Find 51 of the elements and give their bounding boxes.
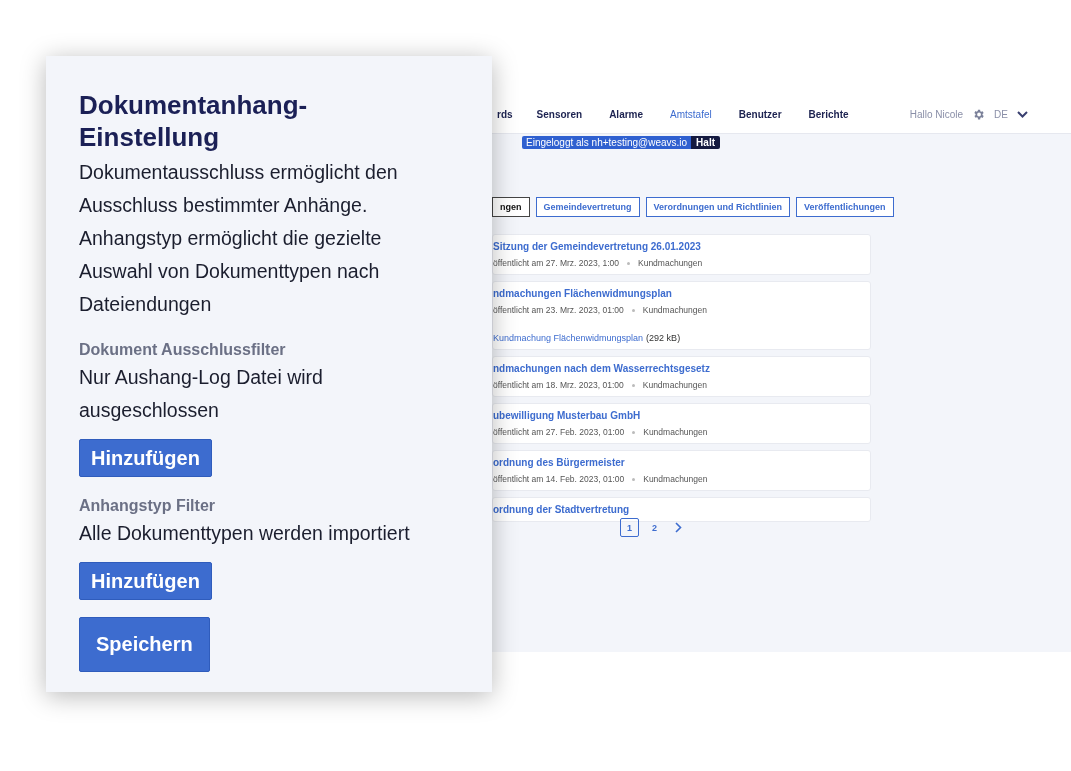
section-label: Dokument Ausschlussfilter xyxy=(79,341,287,359)
post-category: Kundmachungen xyxy=(642,305,707,315)
separator-dot xyxy=(627,261,630,265)
separator-dot xyxy=(631,383,635,387)
halt-button[interactable]: Halt xyxy=(691,136,720,149)
nav-item[interactable]: Alarme xyxy=(609,108,644,120)
nav-item[interactable]: Berichte xyxy=(808,108,849,120)
post-date: öffentlicht am 23. Mrz. 2023, 01:00 xyxy=(493,305,624,315)
filter-tab[interactable]: Gemeindevertretung xyxy=(535,197,640,217)
post-date: öffentlicht am 27. Feb. 2023, 01:00 xyxy=(493,427,625,437)
page-button[interactable]: 1 xyxy=(620,518,639,537)
attachment-size: (292 kB) xyxy=(646,333,681,343)
post-date: öffentlicht am 18. Mrz. 2023, 01:00 xyxy=(493,380,624,390)
login-banner: Eingeloggt als nh+testing@weavs.io xyxy=(522,136,692,149)
post-category: Kundmachungen xyxy=(643,427,708,437)
separator-dot xyxy=(632,477,636,481)
post-category: Kundmachungen xyxy=(643,474,708,484)
nav-item[interactable]: Amtstafel xyxy=(670,108,712,120)
save-button[interactable]: Speichern xyxy=(79,617,210,672)
add-button[interactable]: Hinzufügen xyxy=(79,562,212,600)
section-label: Anhangstyp Filter xyxy=(79,497,216,515)
nav-item[interactable]: rds xyxy=(497,108,513,120)
separator-dot xyxy=(632,430,636,434)
filter-tab[interactable]: Verordnungen und Richtlinien xyxy=(645,197,791,217)
page-button[interactable]: 2 xyxy=(645,518,664,537)
attachment-link[interactable]: Kundmachung Flächenwidmungsplan xyxy=(493,333,644,343)
post-title[interactable]: ordnung des Bürgermeister xyxy=(493,457,870,468)
post-category: Kundmachungen xyxy=(638,258,703,268)
post-title[interactable]: ndmachungen nach dem Wasserrechtsgesetz xyxy=(493,363,870,374)
nav-item[interactable]: Sensoren xyxy=(536,108,583,120)
section-value: Alle Dokumenttypen werden importiert xyxy=(79,521,411,546)
filter-tab[interactable]: ngen xyxy=(492,197,530,217)
panel-description: Dokumentausschluss ermöglicht den Ausschluss bestimmter Anhänge. Anhangstyp ermöglicht die gezielte Auswahl von Dokumenttypen nach Dateiendungen xyxy=(79,160,399,317)
post-category: Kundmachungen xyxy=(642,380,707,390)
section-value: Nur Aushang-Log Datei wird ausgeschlossen xyxy=(79,365,324,423)
post-date: öffentlicht am 27. Mrz. 2023, 1:00 xyxy=(493,258,619,268)
post-title[interactable]: ndmachungen Flächenwidmungsplan xyxy=(493,288,870,299)
language-selector[interactable]: DE xyxy=(994,108,1008,120)
post-title[interactable]: ordnung der Stadtvertretung xyxy=(493,504,870,515)
post-title[interactable]: ubewilligung Musterbau GmbH xyxy=(493,410,870,421)
post-title[interactable]: Sitzung der Gemeindevertretung 26.01.2023 xyxy=(493,241,870,252)
nav-item[interactable]: Benutzer xyxy=(738,108,782,120)
panel-title: Dokumentanhang-Einstellung xyxy=(79,89,309,153)
separator-dot xyxy=(631,308,635,312)
greeting: Hallo Nicole xyxy=(909,108,964,120)
settings-icon[interactable] xyxy=(972,107,986,121)
chevron-down-icon[interactable] xyxy=(1017,110,1028,118)
add-button[interactable]: Hinzufügen xyxy=(79,439,212,477)
filter-tab[interactable]: Veröffentlichungen xyxy=(796,197,894,217)
chevron-right-icon[interactable] xyxy=(674,522,683,533)
post-date: öffentlicht am 14. Feb. 2023, 01:00 xyxy=(493,474,625,484)
